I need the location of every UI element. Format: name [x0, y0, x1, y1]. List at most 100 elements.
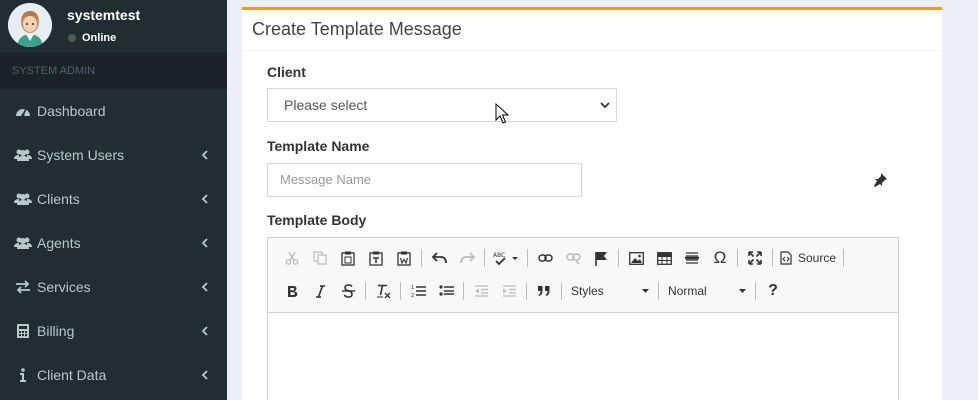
format-label: Normal	[668, 284, 707, 298]
scissors-icon	[285, 251, 299, 265]
svg-text:1: 1	[411, 285, 414, 291]
toolbar-separator	[737, 249, 738, 267]
sidebar-item-label: Services	[37, 279, 91, 295]
sidebar-item-agents[interactable]: Agents	[0, 221, 227, 265]
bold-icon	[287, 285, 297, 297]
image-button[interactable]	[622, 245, 650, 271]
sidebar-item-label: Agents	[37, 235, 81, 251]
quote-icon	[538, 286, 550, 296]
maximize-button[interactable]	[741, 245, 769, 271]
remove-format-icon	[376, 284, 390, 298]
help-icon: ?	[768, 282, 778, 299]
avatar[interactable]	[8, 3, 52, 47]
bold-button[interactable]	[278, 278, 306, 304]
redo-button[interactable]	[453, 245, 481, 271]
chevron-down-icon	[600, 102, 610, 109]
styles-dropdown[interactable]: Styles	[565, 278, 655, 304]
client-label: Client	[267, 64, 306, 80]
template-name-input[interactable]: Message Name	[267, 163, 582, 197]
sidebar-item-clients[interactable]: Clients	[0, 177, 227, 221]
clipboard-icon	[341, 251, 355, 266]
pin-icon[interactable]	[872, 172, 888, 188]
info-icon	[14, 368, 32, 382]
source-button[interactable]: Source	[776, 251, 840, 265]
editor-content-area[interactable]	[268, 313, 898, 400]
template-name-label: Template Name	[267, 138, 370, 154]
help-button[interactable]: ?	[759, 278, 787, 304]
status-dot-icon	[68, 34, 76, 42]
sidebar-item-system-users[interactable]: System Users	[0, 133, 227, 177]
sidebar-item-services[interactable]: Services	[0, 265, 227, 309]
toolbar-row-2: 12 Styles Normal ?	[278, 278, 787, 304]
bulleted-list-button[interactable]	[432, 278, 460, 304]
mouse-cursor-icon	[495, 103, 509, 124]
client-select[interactable]: Please select	[267, 88, 617, 122]
anchor-button[interactable]	[587, 245, 615, 271]
flag-icon	[595, 251, 607, 266]
indent-button[interactable]	[495, 278, 523, 304]
strikethrough-button[interactable]	[334, 278, 362, 304]
paste-word-button[interactable]	[390, 245, 418, 271]
format-dropdown[interactable]: Normal	[662, 278, 752, 304]
toolbar-separator	[526, 282, 527, 300]
users-icon	[14, 236, 32, 250]
sidebar-item-dashboard[interactable]: Dashboard	[0, 89, 227, 133]
chevron-left-icon	[201, 370, 208, 380]
unlink-icon	[565, 253, 581, 264]
italic-icon	[315, 284, 325, 298]
styles-label: Styles	[571, 284, 604, 298]
toolbar-separator	[421, 249, 422, 267]
users-icon	[14, 148, 32, 162]
caret-down-icon	[642, 289, 649, 293]
italic-button[interactable]	[306, 278, 334, 304]
numbered-list-button[interactable]: 12	[404, 278, 432, 304]
user-status: Online	[68, 32, 116, 44]
blockquote-button[interactable]	[530, 278, 558, 304]
sidebar-item-label: Client Data	[37, 367, 107, 383]
chevron-left-icon	[201, 326, 208, 336]
special-char-button[interactable]: Ω	[706, 245, 734, 271]
horizontal-rule-icon	[685, 252, 699, 264]
sidebar-item-client-data[interactable]: Client Data	[0, 353, 227, 397]
maximize-icon	[748, 251, 762, 265]
toolbar-separator	[365, 282, 366, 300]
link-button[interactable]	[531, 245, 559, 271]
outdent-button[interactable]	[467, 278, 495, 304]
username: systemtest	[67, 7, 141, 23]
chevron-left-icon	[201, 194, 208, 204]
table-button[interactable]	[650, 245, 678, 271]
omega-icon: Ω	[713, 248, 727, 267]
toolbar-separator	[400, 282, 401, 300]
toolbar-separator	[772, 249, 773, 267]
redo-icon	[459, 252, 475, 264]
template-name-placeholder: Message Name	[280, 172, 372, 187]
calculator-icon	[14, 324, 32, 338]
sidebar: systemtest Online SYSTEM ADMIN Dashboard…	[0, 0, 227, 400]
toolbar-separator	[484, 249, 485, 267]
remove-format-button[interactable]	[369, 278, 397, 304]
paste-word-icon	[397, 251, 411, 266]
toolbar-separator	[561, 282, 562, 300]
spellcheck-button[interactable]: ABC	[488, 245, 524, 271]
exchange-icon	[14, 280, 32, 294]
copy-button[interactable]	[306, 245, 334, 271]
paste-button[interactable]	[334, 245, 362, 271]
sidebar-item-billing[interactable]: Billing	[0, 309, 227, 353]
undo-button[interactable]	[425, 245, 453, 271]
caret-down-icon	[739, 289, 746, 293]
unlink-button[interactable]	[559, 245, 587, 271]
svg-text:2: 2	[411, 293, 414, 298]
horizontal-rule-button[interactable]	[678, 245, 706, 271]
cut-button[interactable]	[278, 245, 306, 271]
paste-text-button[interactable]	[362, 245, 390, 271]
chevron-left-icon	[201, 238, 208, 248]
paste-text-icon	[369, 251, 383, 266]
toolbar-separator	[618, 249, 619, 267]
outdent-icon	[475, 285, 488, 297]
rich-text-editor: ABC Ω Source 1 2 Styles Normal ?	[267, 237, 899, 400]
table-icon	[656, 251, 672, 265]
indent-icon	[503, 285, 516, 297]
users-icon	[14, 192, 32, 206]
user-panel: systemtest Online	[0, 0, 227, 53]
link-icon	[537, 254, 553, 262]
